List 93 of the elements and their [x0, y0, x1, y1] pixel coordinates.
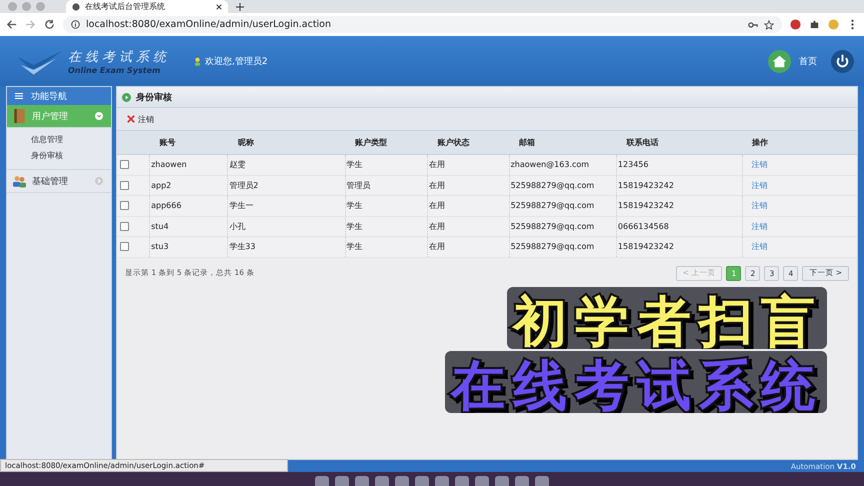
overlay-caption: 在线考试系统	[445, 351, 827, 413]
app-icon[interactable]	[375, 476, 389, 486]
column-header: 联系电话	[626, 138, 658, 147]
table-cell: 525988279@qq.com	[510, 201, 594, 210]
home-link[interactable]: 首页	[799, 54, 817, 68]
power-icon[interactable]	[831, 50, 854, 72]
column-header: 账户类型	[355, 138, 388, 147]
chevron-icon	[95, 177, 103, 185]
list-icon	[15, 92, 23, 100]
info-icon	[71, 20, 80, 29]
reload-icon[interactable]	[44, 19, 55, 30]
user-icon	[194, 56, 201, 66]
row-checkbox[interactable]	[120, 160, 129, 170]
play-icon	[122, 92, 131, 102]
row-checkbox[interactable]	[120, 180, 129, 190]
table-cell: 学生	[346, 201, 363, 210]
logo-title: 在线考试系统	[68, 48, 170, 66]
cancel-link[interactable]: 注销	[744, 242, 768, 252]
row-checkbox[interactable]	[120, 242, 129, 252]
column-header: 邮箱	[519, 138, 536, 147]
key-icon[interactable]	[748, 20, 758, 30]
nav-group[interactable]: 基础管理	[7, 170, 111, 193]
app-icon[interactable]	[335, 476, 349, 486]
table-cell: 在用	[429, 160, 446, 170]
cancel-button[interactable]: 注销	[125, 114, 156, 124]
table-cell: 525988279@qq.com	[510, 180, 594, 190]
avatar-icon[interactable]	[828, 19, 839, 30]
app-icon[interactable]	[415, 476, 429, 486]
overlay-caption: 初学者扫盲	[507, 287, 827, 349]
chevron-icon	[95, 112, 103, 120]
table-cell: 在用	[429, 201, 446, 210]
column-header: 操作	[752, 138, 768, 147]
table-cell: 在用	[429, 180, 446, 190]
table-cell: 管理员2	[229, 180, 258, 190]
table-cell: app2	[151, 180, 172, 190]
row-checkbox[interactable]	[120, 201, 129, 210]
back-icon[interactable]	[6, 19, 17, 30]
app-icon[interactable]	[315, 476, 329, 486]
cancel-link[interactable]: 注销	[744, 201, 768, 210]
table-cell: 学生	[346, 222, 363, 231]
table-cell: 学生	[346, 160, 363, 170]
table-cell: app666	[151, 201, 182, 210]
app-icon[interactable]	[395, 476, 409, 486]
app-icon[interactable]	[515, 476, 529, 486]
column-header: 昵称	[238, 138, 254, 147]
table-cell: 525988279@qq.com	[510, 222, 594, 231]
close-icon	[127, 115, 135, 123]
table-cell: stu4	[151, 222, 169, 231]
sidebar-title: 功能导航	[31, 90, 67, 102]
app-icon[interactable]	[535, 476, 549, 486]
nav-item[interactable]: 信息管理	[31, 134, 111, 145]
users-icon	[13, 174, 26, 188]
table-cell: 管理员	[346, 180, 371, 190]
table-cell: 在用	[429, 242, 446, 252]
panel-title: 身份审核	[136, 91, 172, 104]
app-icon[interactable]	[455, 476, 469, 486]
table-cell: 在用	[429, 222, 446, 231]
app-icon[interactable]	[475, 476, 489, 486]
cancel-link[interactable]: 注销	[744, 160, 768, 170]
table-cell: stu3	[151, 242, 169, 252]
table-cell: 赵雯	[229, 160, 246, 170]
cancel-link[interactable]: 注销	[744, 180, 768, 190]
logo-subtitle: Online Exam System	[68, 66, 162, 74]
row-checkbox[interactable]	[120, 222, 129, 231]
close-icon[interactable]	[216, 4, 222, 10]
forward-icon[interactable]	[25, 19, 36, 30]
table-cell: 0666134568	[618, 222, 669, 231]
welcome-text: 欢迎您,管理员2	[205, 56, 268, 68]
table-cell: 学生	[346, 242, 363, 252]
table-cell: 15819423242	[618, 242, 674, 252]
new-tab-icon[interactable]	[236, 2, 244, 10]
home-icon[interactable]	[768, 50, 791, 72]
table-cell: 15819423242	[618, 201, 674, 210]
cancel-link[interactable]: 注销	[744, 222, 768, 231]
star-icon[interactable]	[764, 20, 774, 30]
address-field[interactable]: localhost:8080/examOnline/admin/userLogin.action	[63, 16, 782, 33]
table-cell: zhaowen	[151, 160, 187, 170]
table-cell: 学生33	[229, 242, 256, 252]
extension-badge-icon[interactable]	[790, 19, 801, 30]
nav-item[interactable]: 身份审核	[31, 150, 111, 161]
book-icon	[13, 109, 26, 123]
table-cell: zhaowen@163.com	[510, 160, 590, 170]
table-cell: 525988279@qq.com	[510, 242, 594, 252]
app-icon[interactable]	[435, 476, 449, 486]
app-icon[interactable]	[355, 476, 369, 486]
column-header: 账号	[160, 138, 176, 147]
table-cell: 15819423242	[618, 180, 674, 190]
table-cell: 123456	[618, 160, 648, 170]
browser-tab[interactable]: 在线考试后台管理系统	[66, 0, 228, 13]
table-cell: 小孔	[229, 222, 246, 231]
app-icon[interactable]	[495, 476, 509, 486]
column-header: 账户状态	[438, 138, 470, 147]
table-cell: 学生一	[229, 201, 254, 210]
